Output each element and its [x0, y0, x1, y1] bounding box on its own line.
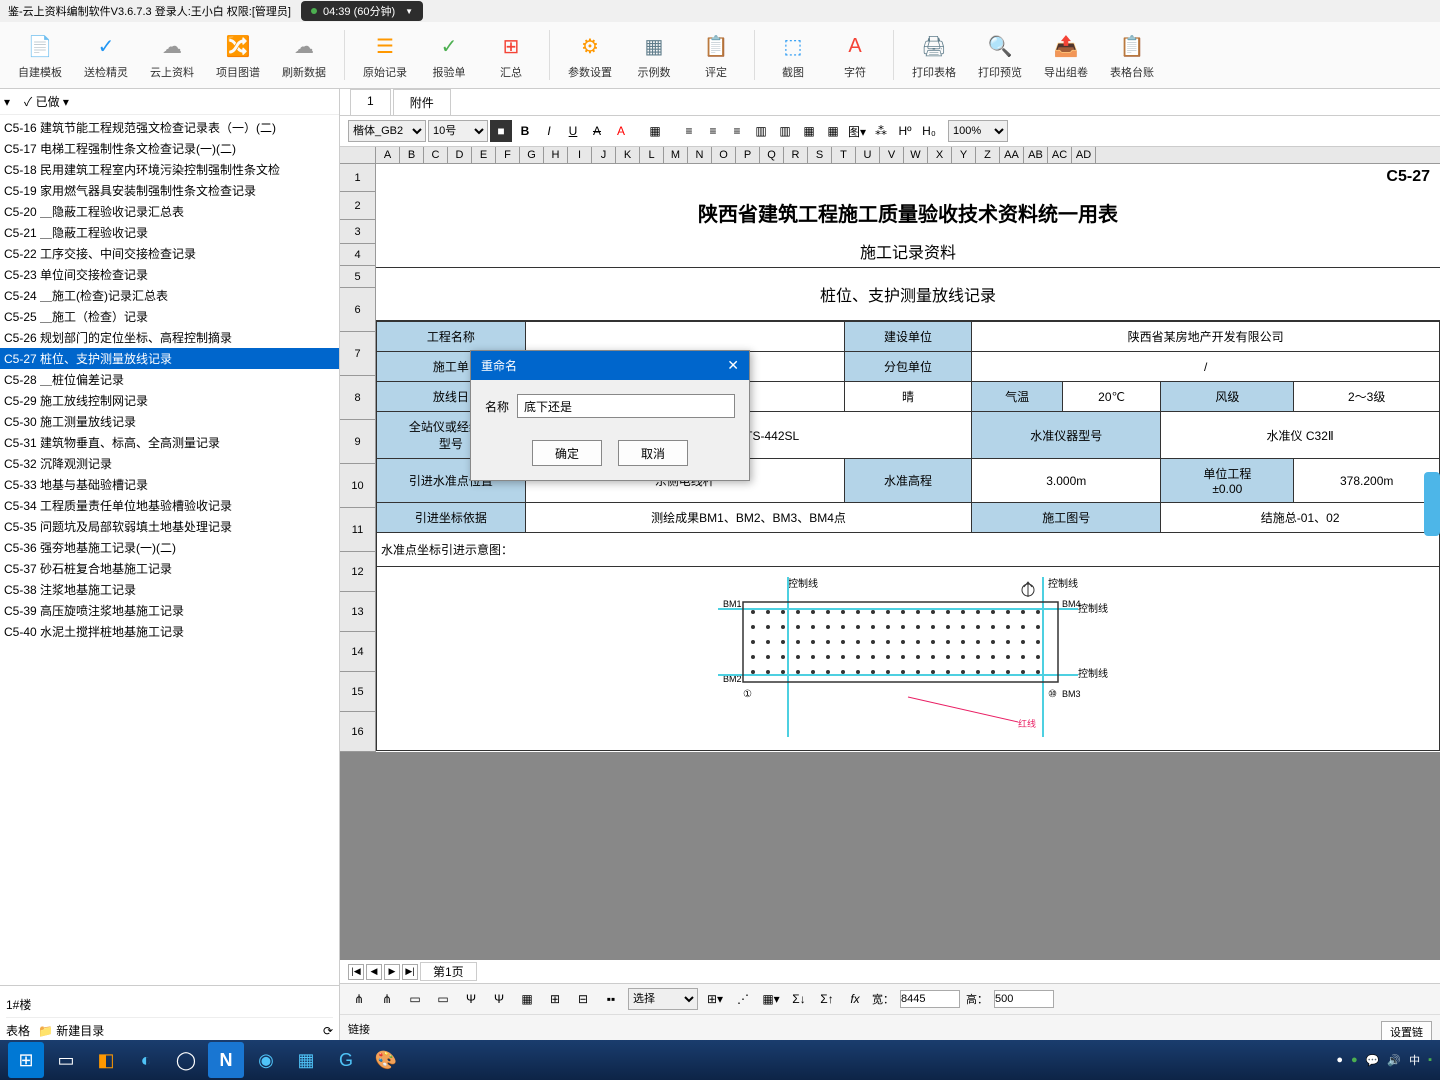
cancel-button[interactable]: 取消 — [618, 440, 688, 466]
rename-dialog: 重命名 ✕ 名称 确定 取消 — [470, 350, 750, 481]
dialog-title: 重命名 — [481, 357, 517, 374]
name-label: 名称 — [485, 398, 509, 415]
dialog-overlay: 重命名 ✕ 名称 确定 取消 — [0, 0, 1440, 1080]
close-icon[interactable]: ✕ — [727, 357, 739, 374]
name-input[interactable] — [517, 394, 735, 418]
ok-button[interactable]: 确定 — [532, 440, 602, 466]
